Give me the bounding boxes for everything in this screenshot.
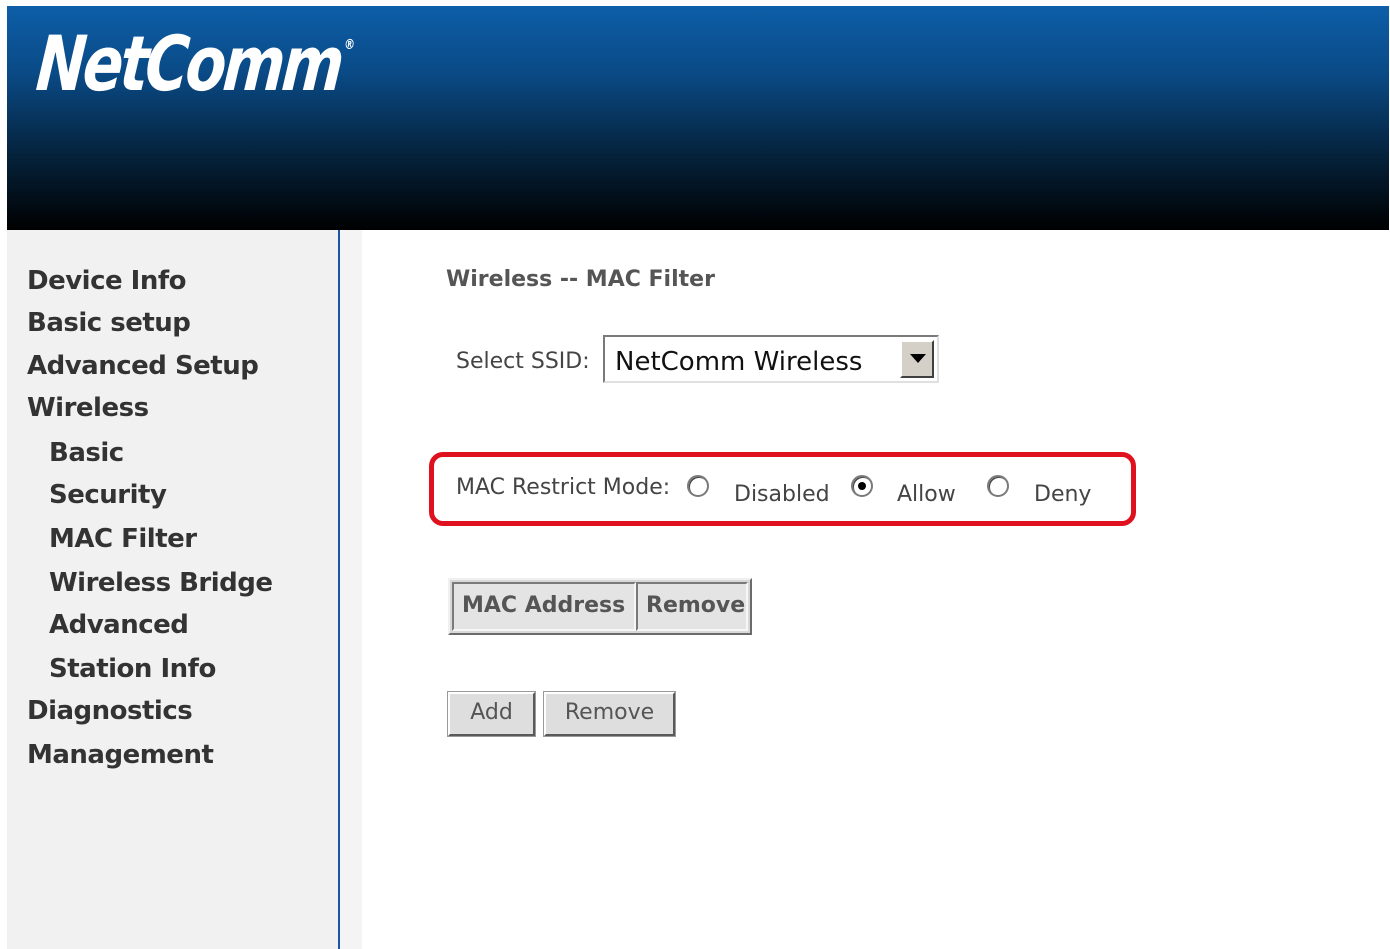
ssid-selected-value: NetComm Wireless (615, 347, 863, 377)
sidebar-nav: Device Info Basic setup Advanced Setup W… (7, 230, 340, 949)
sidebar-item-diagnostics[interactable]: Diagnostics (27, 696, 193, 726)
column-header-remove: Remove (636, 582, 748, 631)
restrict-mode-label: MAC Restrict Mode: (456, 475, 671, 500)
page-title: Wireless -- MAC Filter (446, 267, 715, 292)
ssid-label: Select SSID: (456, 349, 590, 374)
mac-address-table: MAC Address Remove (448, 578, 752, 635)
header-banner: NetComm® (7, 6, 1389, 230)
router-admin-page: NetComm® Device Info Basic setup Advance… (0, 0, 1390, 949)
sidebar-item-wireless-bridge[interactable]: Wireless Bridge (49, 568, 273, 598)
radio-disabled-label: Disabled (734, 482, 830, 507)
sidebar-item-wireless-security[interactable]: Security (49, 480, 167, 510)
sidebar-item-device-info[interactable]: Device Info (27, 266, 187, 296)
column-header-mac-address: MAC Address (452, 582, 636, 631)
logo-text: NetComm (33, 19, 345, 108)
remove-button[interactable]: Remove (543, 691, 676, 737)
radio-allow-label: Allow (897, 482, 956, 507)
radio-disabled[interactable] (687, 475, 709, 497)
sidebar-item-wireless-basic[interactable]: Basic (49, 438, 124, 468)
add-button[interactable]: Add (447, 691, 536, 737)
content-gutter (340, 230, 362, 949)
radio-deny[interactable] (987, 475, 1009, 497)
radio-allow[interactable] (851, 475, 873, 497)
sidebar-item-management[interactable]: Management (27, 740, 214, 770)
registered-mark: ® (343, 37, 353, 53)
sidebar-item-basic-setup[interactable]: Basic setup (27, 308, 191, 338)
sidebar-item-wireless-advanced[interactable]: Advanced (49, 610, 189, 640)
radio-deny-label: Deny (1034, 482, 1092, 507)
chevron-down-icon[interactable] (900, 340, 934, 378)
sidebar-item-wireless[interactable]: Wireless (27, 393, 149, 423)
sidebar-item-advanced-setup[interactable]: Advanced Setup (27, 351, 259, 381)
ssid-select[interactable]: NetComm Wireless (603, 335, 939, 383)
sidebar-item-mac-filter[interactable]: MAC Filter (49, 524, 197, 554)
sidebar-item-station-info[interactable]: Station Info (49, 654, 216, 684)
netcomm-logo: NetComm® (33, 19, 353, 108)
